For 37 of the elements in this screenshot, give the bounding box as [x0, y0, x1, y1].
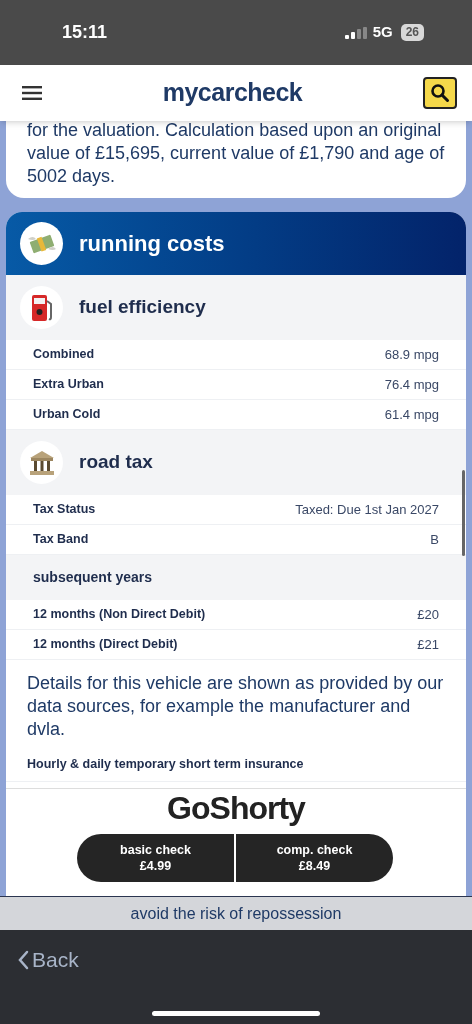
battery-indicator: 26 [400, 24, 424, 41]
chevron-left-icon [18, 949, 29, 970]
insurance-heading: Hourly & daily temporary short term insurance [27, 757, 304, 771]
row-label: Tax Status [33, 501, 96, 519]
search-icon [430, 83, 450, 103]
row-value: Taxed: Due 1st Jan 2027 [295, 500, 439, 519]
back-button[interactable]: Back [18, 944, 79, 976]
subsection-title: fuel efficiency [79, 295, 206, 320]
row-label: 12 months (Non Direct Debit) [33, 606, 206, 624]
status-time: 15:11 [62, 21, 108, 44]
check-button[interactable]: comp. check £8.49 [236, 834, 393, 882]
row-value: £20 [417, 605, 439, 624]
check-button[interactable]: basic check £4.99 [77, 834, 234, 882]
row-label: Urban Cold [33, 406, 101, 424]
row-label: 12 months (Direct Debit) [33, 636, 178, 654]
logo[interactable]: mycarcheck [162, 74, 303, 112]
row-value: 61.4 mpg [384, 405, 439, 424]
disclaimer-text: Details for this vehicle are shown as provided by our data sources, for example the manufacturer and dvla. [26, 672, 445, 741]
bank-building-icon [27, 449, 56, 476]
row-value: 76.4 mpg [384, 375, 439, 394]
ad-logo: GoShorty [167, 791, 305, 825]
menu-icon[interactable] [22, 86, 42, 100]
row-value: £21 [417, 635, 439, 654]
search-button[interactable] [423, 77, 457, 109]
row-value: B [430, 530, 439, 549]
money-icon [20, 222, 63, 265]
promo-text: avoid the risk of repossession [130, 903, 342, 924]
section-title: running costs [79, 230, 225, 258]
subheading: subsequent years [33, 568, 153, 587]
row-label: Extra Urban [33, 376, 104, 394]
signal-icon [344, 26, 367, 39]
network-label: 5G [372, 22, 393, 43]
row-label: Tax Band [33, 531, 89, 549]
row-value: 68.9 mpg [384, 345, 439, 364]
subsection-title: road tax [79, 450, 153, 475]
row-label: Combined [33, 346, 95, 364]
valuation-text: for the valuation. Calculation based upon an original value of £15,695, current value of £1,790 and age of 5002 days. [27, 119, 445, 188]
